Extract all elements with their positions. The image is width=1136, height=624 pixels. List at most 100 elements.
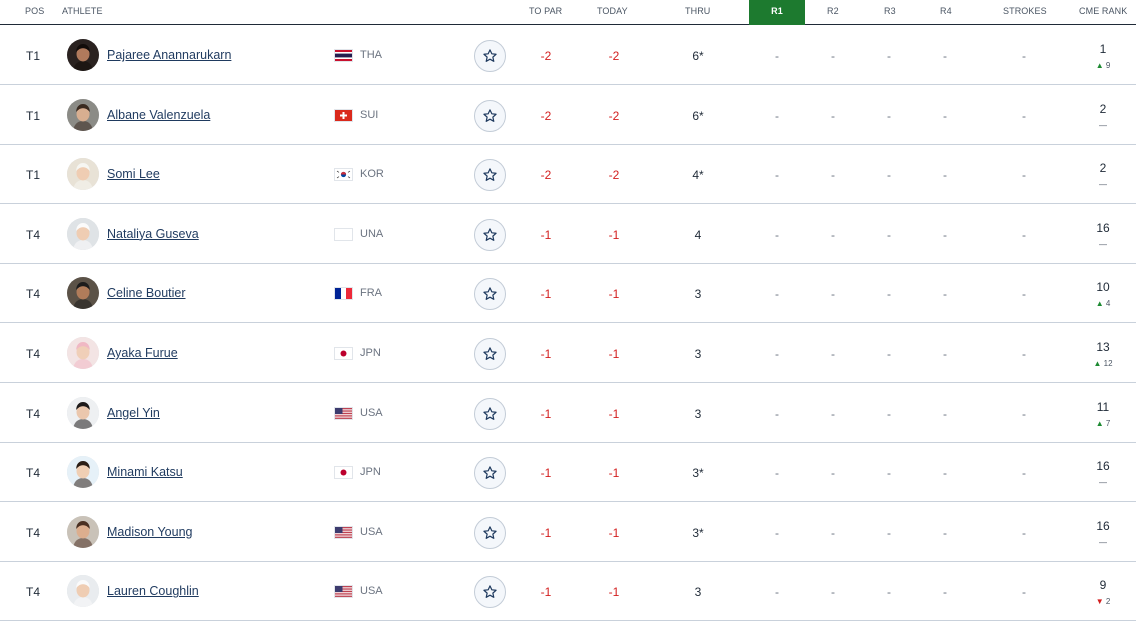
favorite-star-button[interactable] xyxy=(474,338,506,370)
round-1-score: - xyxy=(775,108,779,123)
player-avatar[interactable] xyxy=(67,575,99,608)
player-row[interactable]: T4 Nataliya Guseva UNA -1 -1 4 - - - - - 16 — xyxy=(0,205,1136,264)
total-strokes: - xyxy=(1022,406,1026,421)
position: T1 xyxy=(25,168,40,183)
player-name-link[interactable]: Ayaka Furue xyxy=(107,346,178,360)
position: T4 xyxy=(25,406,40,421)
favorite-star-button[interactable] xyxy=(474,397,506,430)
movement-arrow-icon: ▲ xyxy=(1095,299,1104,309)
movement-value: — xyxy=(1099,120,1107,130)
country-code: FRA xyxy=(360,287,382,300)
cme-rank: 16 xyxy=(1096,459,1110,474)
cme-rank-movement: ▲ 9 xyxy=(1086,61,1120,70)
player-row[interactable]: T4 Ayaka Furue JPN -1 -1 3- - - - -13 ▲ 12 xyxy=(0,324,1136,383)
position: T4 xyxy=(25,347,40,361)
movement-arrow-icon: ▼ xyxy=(1095,597,1104,607)
cme-rank: 11 xyxy=(1096,399,1110,414)
round-2-score: - xyxy=(831,585,835,600)
cme-rank: 2 xyxy=(1099,101,1107,116)
favorite-star-button[interactable] xyxy=(474,159,506,192)
player-row[interactable]: T4 Lauren Coughlin USA -1 -1 3 - - - - - 9 ▼ 2 xyxy=(0,562,1136,622)
favorite-star-button[interactable] xyxy=(474,576,506,609)
col-to-par[interactable]: TO PAR xyxy=(529,6,562,16)
player-name-link[interactable]: Albane Valenzuela xyxy=(107,108,210,122)
holes-thru: 3* xyxy=(692,525,704,540)
player-avatar[interactable] xyxy=(67,39,99,71)
round-1-score: - xyxy=(775,585,779,600)
country-code: USA xyxy=(360,585,383,598)
movement-value: — xyxy=(1099,180,1107,190)
player-name-link[interactable]: Madison Young xyxy=(107,525,193,539)
player-avatar[interactable] xyxy=(67,277,99,310)
round-4-score: - xyxy=(943,168,947,183)
tab-round-1[interactable]: R1 xyxy=(749,0,805,25)
tab-round-4[interactable]: R4 xyxy=(940,6,952,16)
favorite-star-button[interactable] xyxy=(474,40,506,72)
position: T4 xyxy=(25,466,40,481)
cme-rank-movement: — xyxy=(1086,478,1120,487)
player-row[interactable]: T4 Madison Young USA -1 -1 3* - - - - - 16 — xyxy=(0,503,1136,562)
player-name-link[interactable]: Angel Yin xyxy=(107,406,160,420)
tab-round-3[interactable]: R3 xyxy=(884,6,896,16)
favorite-star-button[interactable] xyxy=(474,218,506,251)
col-pos[interactable]: POS xyxy=(25,6,44,16)
col-cme-rank[interactable]: CME RANK xyxy=(1079,6,1127,16)
round-1-score: - xyxy=(775,287,779,302)
col-thru[interactable]: THRU xyxy=(685,6,710,16)
player-name-link[interactable]: Celine Boutier xyxy=(107,286,186,300)
cme-rank: 16 xyxy=(1096,518,1110,533)
player-row[interactable]: T4 Minami Katsu JPN -1 -1 3* - - - - - 16 — xyxy=(0,443,1136,503)
player-avatar[interactable] xyxy=(67,98,99,131)
player-row[interactable]: T4 Celine Boutier FRA -1 -1 3 - - - - - 10 ▲ 4 xyxy=(0,264,1136,324)
tab-round-2[interactable]: R2 xyxy=(827,6,839,16)
player-row[interactable]: T4 Angel Yin USA -1 -1 3 - - - - - 11 ▲ 7 xyxy=(0,384,1136,443)
movement-value: — xyxy=(1099,478,1107,488)
to-par: -1 xyxy=(540,347,552,361)
player-avatar[interactable] xyxy=(67,337,99,369)
cme-rank-movement: ▲ 12 xyxy=(1086,359,1120,368)
player-name-link[interactable]: Nataliya Guseva xyxy=(107,227,199,241)
cme-rank: 9 xyxy=(1099,578,1107,593)
player-avatar[interactable] xyxy=(67,515,99,548)
player-avatar[interactable] xyxy=(67,217,99,250)
favorite-star-button[interactable] xyxy=(474,516,506,549)
player-name-link[interactable]: Somi Lee xyxy=(107,167,160,181)
holes-thru: 4 xyxy=(694,227,702,242)
player-name-link[interactable]: Pajaree Anannarukarn xyxy=(107,48,231,62)
player-row[interactable]: T1 Albane Valenzuela SUI -2 -2 6* - - - - -2 — xyxy=(0,86,1136,145)
round-4-score: - xyxy=(943,287,947,302)
favorite-star-button[interactable] xyxy=(474,99,506,132)
player-avatar[interactable] xyxy=(67,396,99,429)
position: T4 xyxy=(25,227,40,242)
position: T4 xyxy=(25,525,40,540)
round-3-score: - xyxy=(887,585,891,600)
cme-rank-movement: — xyxy=(1086,180,1120,189)
favorite-star-button[interactable] xyxy=(474,457,506,490)
today-score: -2 xyxy=(608,108,620,123)
flag-japan-icon xyxy=(334,466,353,480)
cme-rank-movement: ▲ 4 xyxy=(1086,299,1120,308)
movement-value: 9 xyxy=(1105,61,1111,70)
player-row[interactable]: T1 Pajaree Anannarukarn THA -2 -2 6* - - - - - 1 ▲ 9 xyxy=(0,26,1136,85)
round-3-score: - xyxy=(887,49,891,63)
col-strokes[interactable]: STROKES xyxy=(1003,6,1047,16)
round-2-score: - xyxy=(831,347,835,361)
col-today[interactable]: TODAY xyxy=(597,6,628,16)
player-name-link[interactable]: Lauren Coughlin xyxy=(107,584,199,598)
today-score: -2 xyxy=(608,49,620,63)
player-avatar[interactable] xyxy=(67,158,99,191)
player-name-link[interactable]: Minami Katsu xyxy=(107,465,183,479)
country-code: USA xyxy=(360,406,383,419)
round-4-score: - xyxy=(943,406,947,421)
col-athlete[interactable]: ATHLETE xyxy=(62,6,103,16)
country-code: SUI xyxy=(360,108,379,121)
favorite-star-button[interactable] xyxy=(474,278,506,311)
flag-usa-icon xyxy=(334,406,353,420)
player-row[interactable]: T1 Somi Lee KOR -2 -2 4* - - - - -2 — xyxy=(0,145,1136,205)
position: T1 xyxy=(25,49,40,63)
round-4-score: - xyxy=(943,49,947,63)
flag-japan-icon xyxy=(334,347,353,360)
today-score: -1 xyxy=(608,287,620,302)
cme-rank-movement: ▲ 7 xyxy=(1086,419,1120,428)
player-avatar[interactable] xyxy=(67,456,99,489)
